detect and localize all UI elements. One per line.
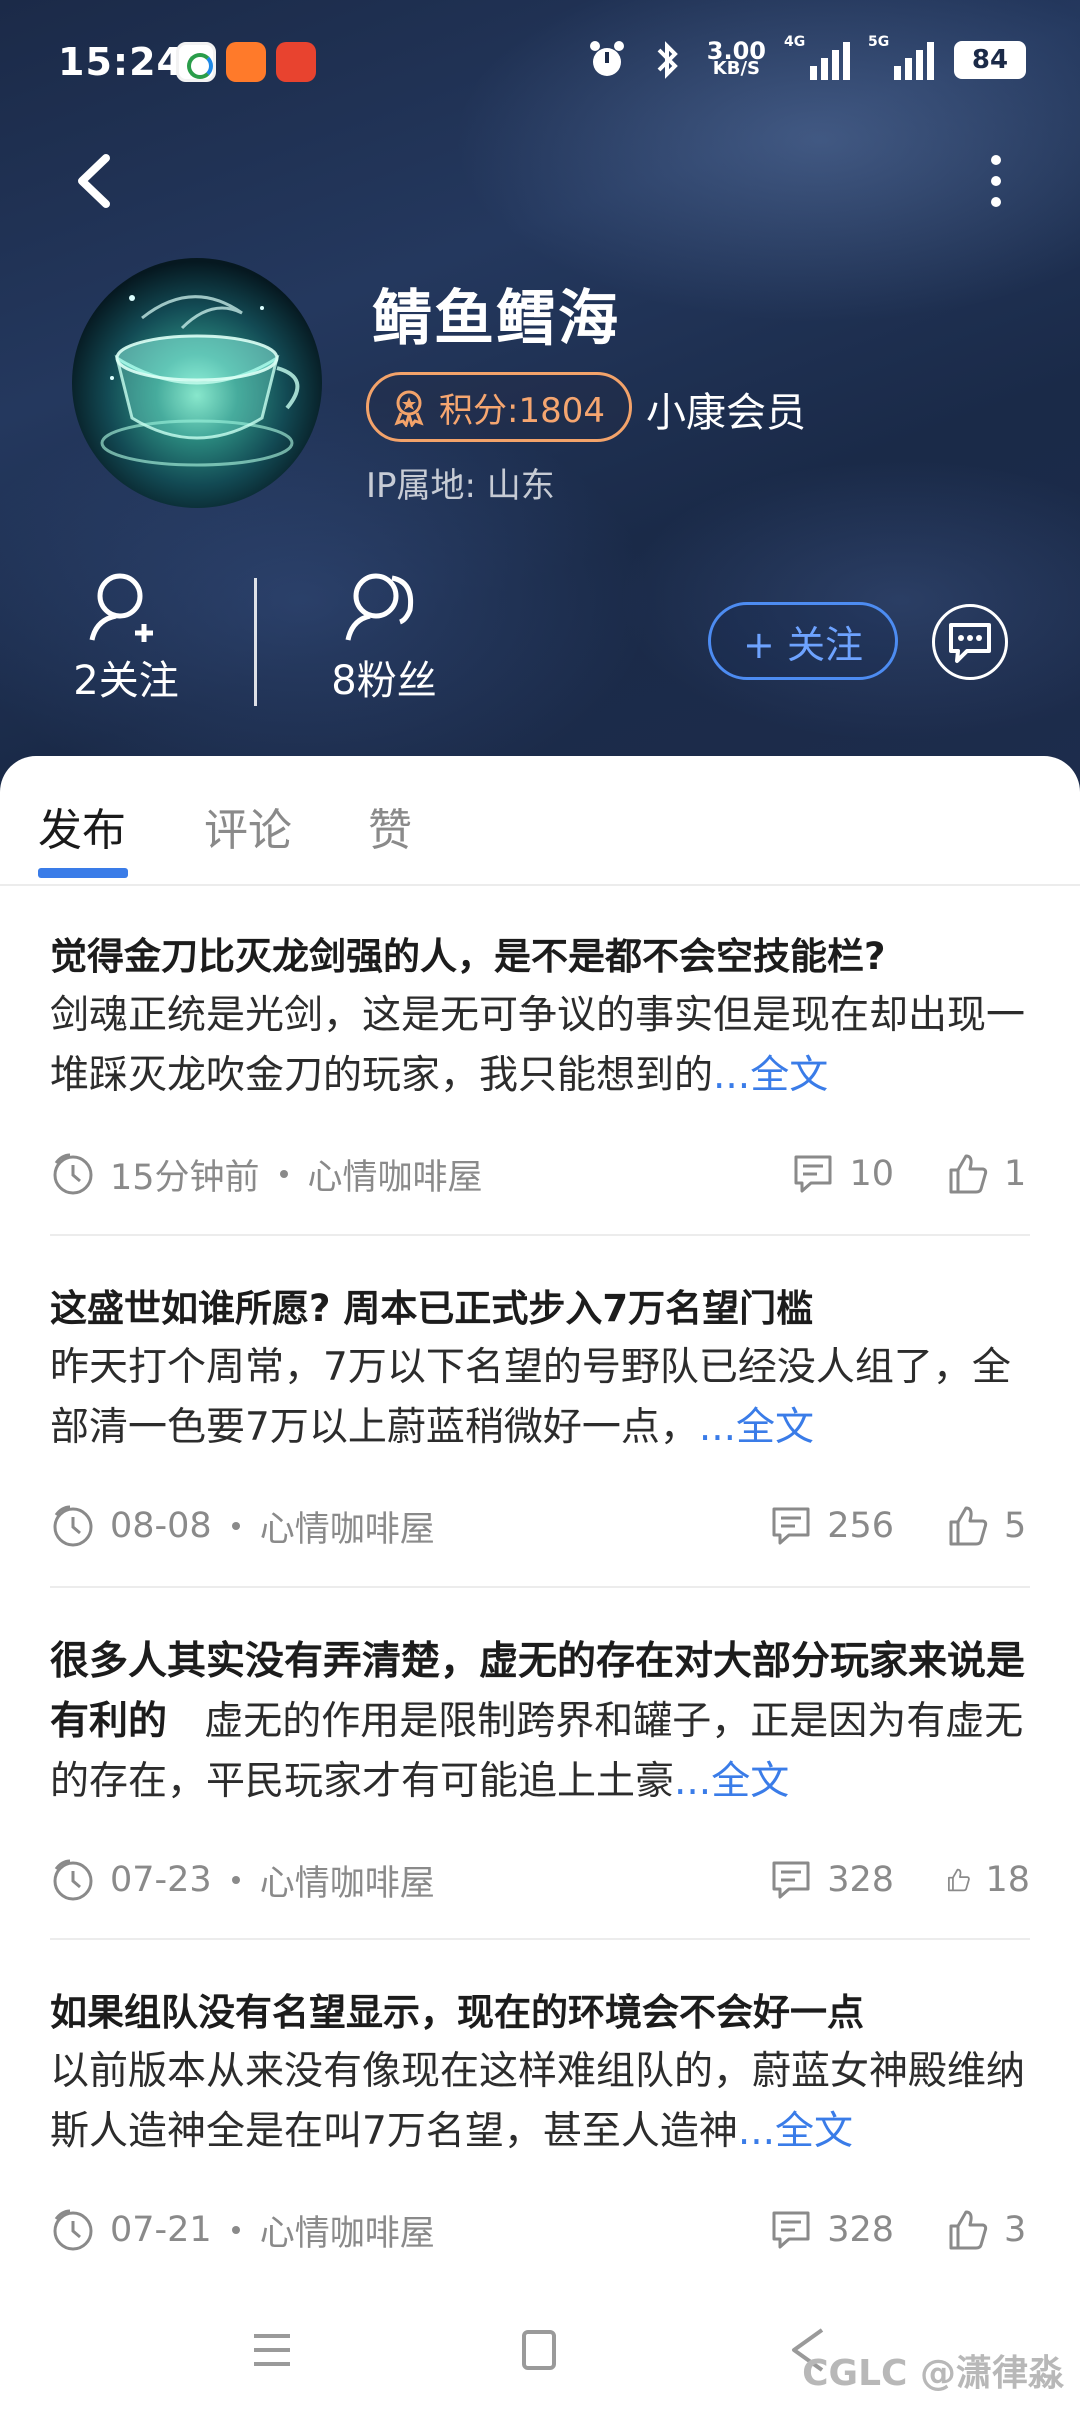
shop-app-icon (276, 42, 316, 82)
post-channel[interactable]: 心情咖啡屋 (260, 1855, 435, 1906)
profile-page: 15:24 3.00 KB/S 4G 5G 84 鲭鱼鳕海 积分:1804 小康… (0, 0, 1080, 2414)
thumbs-up-icon (949, 1506, 988, 1546)
username: 鲭鱼鳕海 (372, 284, 620, 354)
comment-count[interactable]: 328 (769, 1858, 894, 1902)
notification-icons (176, 42, 316, 82)
tab-indicator (38, 868, 128, 878)
thumbs-up-icon (948, 1868, 970, 1892)
net-speed: 3.00 KB/S (706, 37, 766, 79)
user-plus-icon (89, 573, 153, 642)
signal-5g-icon: 5G (868, 34, 934, 80)
mobile-app-icon (176, 42, 216, 82)
like-count[interactable]: 3 (946, 2208, 1030, 2252)
users-icon (345, 573, 414, 641)
post-channel[interactable]: 心情咖啡屋 (308, 1149, 483, 1200)
comment-count[interactable]: 256 (769, 1504, 894, 1548)
thumbs-up-icon (949, 1154, 988, 1194)
post-divider (50, 1938, 1030, 1940)
post-time: 15分钟前 (110, 1157, 260, 1198)
like-count[interactable]: 18 (946, 1858, 1030, 1902)
ip-location: IP属地: 山东 (366, 466, 555, 506)
medal-icon (394, 390, 424, 427)
recent-apps-icon[interactable] (252, 2330, 292, 2370)
clock-icon (53, 1859, 93, 1901)
comment-icon (794, 1155, 832, 1193)
bluetooth-icon (657, 41, 678, 79)
points-value: 积分:1804 (439, 390, 605, 431)
post-item[interactable]: 很多人其实没有弄清楚，虚无的存在对大部分玩家来说是有利的 虚无的作用是限制跨界和… (50, 1632, 1030, 1910)
tab-comments[interactable]: 评论 (204, 794, 292, 858)
post-item[interactable]: 这盛世如谁所愿? 周本已正式步入7万名望门槛 昨天打个周常，7万以下名望的号野队… (50, 1280, 1030, 1556)
read-more-link[interactable]: ...全文 (738, 2109, 853, 2154)
battery-indicator: 84 (954, 41, 1026, 79)
comment-icon (772, 2211, 810, 2249)
thumbs-up-icon (949, 2210, 988, 2250)
comment-count[interactable]: 328 (769, 2208, 894, 2252)
stat-divider (254, 578, 257, 706)
like-count[interactable]: 1 (946, 1152, 1030, 1196)
points-badge[interactable]: 积分:1804 (366, 372, 632, 442)
post-time: 07-21 (110, 2210, 212, 2250)
read-more-link[interactable]: ...全文 (713, 1053, 828, 1098)
avatar[interactable] (72, 258, 322, 508)
chat-bubble-icon (949, 623, 991, 663)
profile-header: 15:24 3.00 KB/S 4G 5G 84 鲭鱼鳕海 积分:1804 小康… (0, 0, 1080, 800)
post-channel[interactable]: 心情咖啡屋 (260, 1501, 435, 1552)
system-nav-bar: CGLC @潇律淼 (0, 2300, 1080, 2414)
follow-button[interactable]: + 关注 (708, 602, 898, 680)
post-divider (50, 1586, 1030, 1588)
post-time: 08-08 (110, 1506, 212, 1546)
alarm-icon (589, 41, 624, 76)
clock-icon (53, 1505, 93, 1547)
post-item[interactable]: 如果组队没有名望显示，现在的环境会不会好一点 以前版本从来没有像现在这样难组队的… (50, 1984, 1030, 2260)
read-more-link[interactable]: ...全文 (699, 1405, 814, 1450)
post-meta: 08-08 心情咖啡屋 256 5 (50, 1496, 1030, 1556)
fans-count: 8粉丝 (331, 658, 437, 704)
post-excerpt: 以前版本从来没有像现在这样难组队的，蔚蓝女神殿维纳斯人造神全是在叫7万名望，甚至… (50, 2049, 1026, 2154)
post-channel[interactable]: 心情咖啡屋 (260, 2205, 435, 2256)
status-bar: 15:24 3.00 KB/S 4G 5G 84 (0, 0, 1080, 130)
post-title: 这盛世如谁所愿? 周本已正式步入7万名望门槛 (50, 1287, 814, 1330)
post-title: 觉得金刀比灭龙剑强的人，是不是都不会空技能栏? (50, 935, 886, 978)
tab-likes[interactable]: 赞 (368, 794, 412, 858)
post-excerpt: 剑魂正统是光剑，这是无可争议的事实但是现在却出现一堆踩灭龙吹金刀的玩家，我只能想… (50, 993, 1026, 1098)
status-indicators: 3.00 KB/S 4G 5G 84 (587, 34, 1026, 82)
post-meta: 07-21 心情咖啡屋 328 3 (50, 2200, 1030, 2260)
post-time: 07-23 (110, 1860, 212, 1900)
following-count: 2关注 (73, 658, 179, 704)
status-time: 15:24 (58, 40, 184, 84)
clock-icon (53, 2209, 93, 2251)
post-excerpt: 昨天打个周常，7万以下名望的号野队已经没人组了，全部清一色要7万以上蔚蓝稍微好一… (50, 1345, 1011, 1450)
post-item[interactable]: 觉得金刀比灭龙剑强的人，是不是都不会空技能栏? 剑魂正统是光剑，这是无可争议的事… (50, 928, 1030, 1204)
tab-bar: 发布 评论 赞 (0, 756, 1080, 886)
clock-icon (53, 1153, 93, 1195)
following-stat[interactable]: 2关注 (26, 570, 226, 706)
comment-icon (772, 1861, 810, 1899)
comment-count[interactable]: 10 (791, 1152, 894, 1196)
fans-stat[interactable]: 8粉丝 (284, 570, 484, 706)
more-options-icon[interactable] (976, 146, 1016, 216)
post-excerpt: 很多人其实没有弄清楚，虚无的存在对大部分玩家来说是有利的 虚无的作用是限制跨界和… (50, 1639, 1026, 1804)
read-more-link[interactable]: ...全文 (674, 1759, 789, 1804)
post-title: 如果组队没有名望显示，现在的环境会不会好一点 (50, 1991, 864, 2034)
comment-icon (772, 1507, 810, 1545)
tab-posts[interactable]: 发布 (38, 794, 126, 858)
like-count[interactable]: 5 (946, 1504, 1030, 1548)
member-level: 小康会员 (646, 390, 806, 436)
back-arrow-icon[interactable] (64, 146, 124, 216)
post-divider (50, 1234, 1030, 1236)
game-app-icon (226, 42, 266, 82)
message-button[interactable] (932, 604, 1008, 680)
post-meta: 07-23 心情咖啡屋 328 18 (50, 1850, 1030, 1910)
home-icon[interactable] (522, 2330, 556, 2370)
post-meta: 15分钟前 心情咖啡屋 10 1 (50, 1144, 1030, 1204)
watermark: CGLC @潇律淼 (802, 2353, 1064, 2394)
signal-4g-icon: 4G (784, 34, 850, 80)
